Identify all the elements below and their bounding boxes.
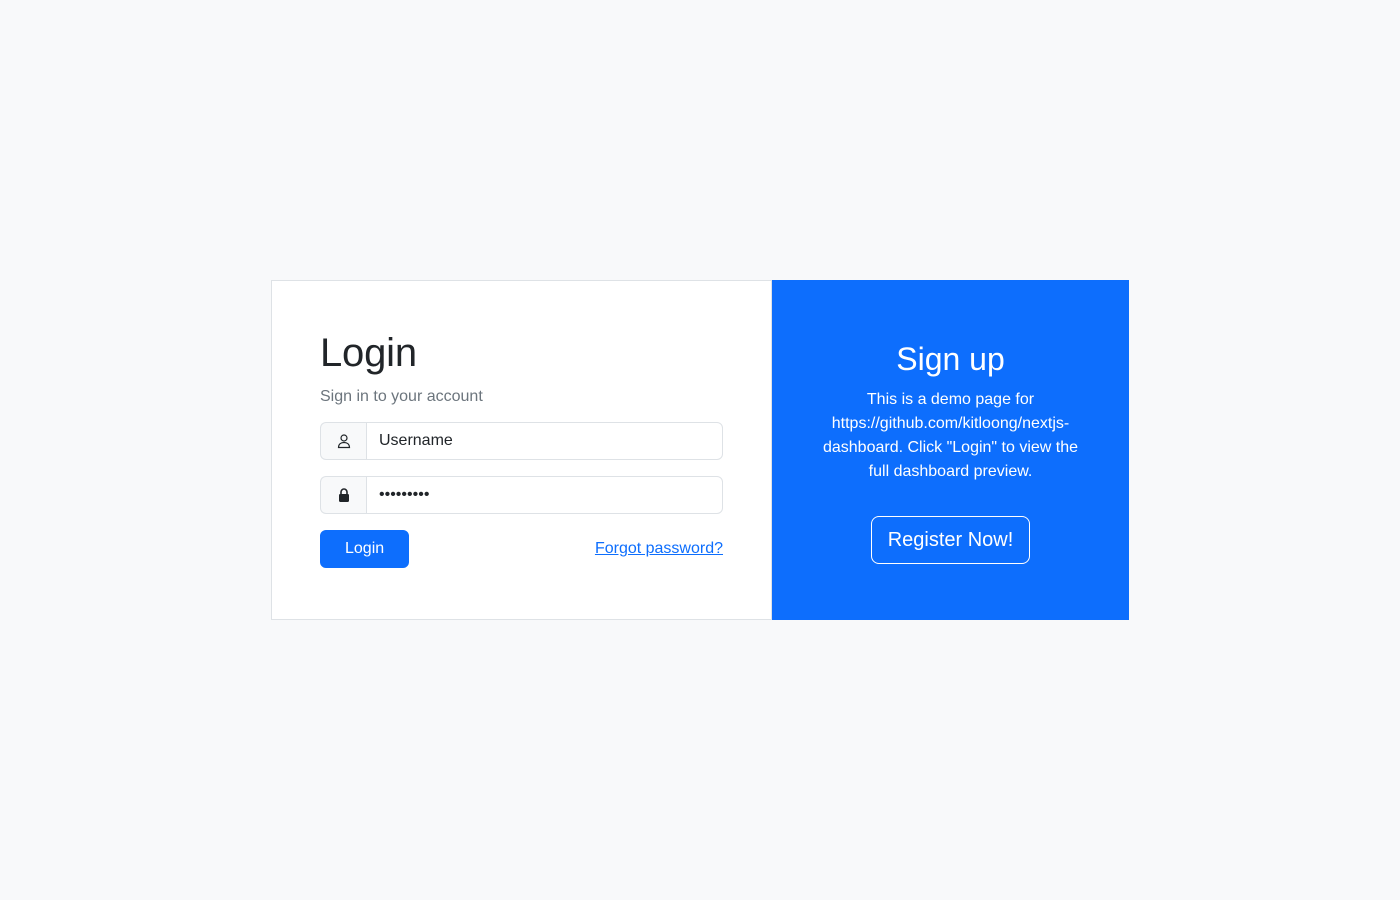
card-group: Login Sign in to your account Username L… <box>271 280 1129 620</box>
login-title: Login <box>320 331 417 375</box>
forgot-password-link[interactable]: Forgot password? <box>595 540 723 558</box>
password-input-group <box>320 476 723 515</box>
user-icon <box>320 422 366 461</box>
signup-title: Sign up <box>896 341 1005 377</box>
login-card: Login Sign in to your account Username L… <box>271 280 772 620</box>
register-now-button[interactable]: Register Now! <box>870 516 1031 565</box>
username-input[interactable] <box>366 422 723 461</box>
login-subtitle: Sign in to your account <box>320 388 483 405</box>
login-actions: Login Forgot password? <box>320 530 723 569</box>
password-input[interactable] <box>366 476 723 515</box>
username-input-group <box>320 422 723 461</box>
signup-description: This is a demo page for https://github.c… <box>822 391 1079 481</box>
login-button[interactable]: Login <box>320 530 410 569</box>
login-page: Login Sign in to your account Username L… <box>0 0 1400 900</box>
signup-card: Sign up This is a demo page for https://… <box>772 280 1129 620</box>
lock-icon <box>320 476 366 515</box>
